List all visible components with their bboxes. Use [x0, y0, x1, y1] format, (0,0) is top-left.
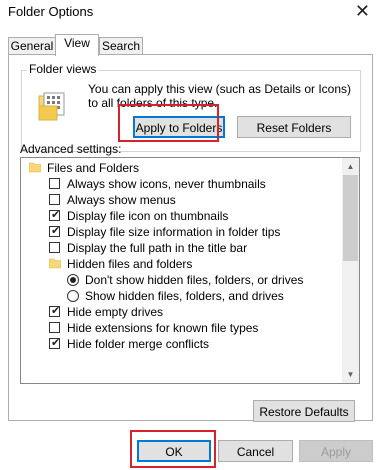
restore-defaults-button[interactable]: Restore Defaults: [253, 400, 355, 422]
advanced-settings-tree: Files and Folders Always show icons, nev…: [20, 157, 360, 384]
folder-icon: [29, 162, 41, 173]
checkbox-checked[interactable]: ✔: [49, 209, 61, 221]
apply-button[interactable]: Apply: [299, 440, 373, 462]
checkbox[interactable]: [49, 194, 60, 205]
tree-item-label: Files and Folders: [47, 161, 140, 175]
checkbox[interactable]: [49, 178, 60, 189]
option-label: Hide empty drives: [67, 305, 164, 319]
option-label: Display file size information in folder …: [67, 225, 281, 239]
tab-view[interactable]: View: [55, 34, 99, 56]
option-hide-extensions[interactable]: Hide extensions for known file types: [21, 320, 341, 336]
option-label: Show hidden files, folders, and drives: [85, 289, 284, 303]
option-hide-empty-drives[interactable]: ✔ Hide empty drives: [21, 304, 341, 320]
option-label: Always show menus: [67, 193, 176, 207]
tree-item-label: Hidden files and folders: [67, 257, 193, 271]
window-title: Folder Options: [8, 4, 94, 19]
tab-search[interactable]: Search: [99, 37, 143, 55]
option-show-hidden[interactable]: Show hidden files, folders, and drives: [21, 288, 341, 304]
option-label: Hide extensions for known file types: [67, 321, 259, 335]
option-display-file-size-info[interactable]: ✔ Display file size information in folde…: [21, 224, 341, 240]
check-icon: ✔: [51, 225, 61, 237]
option-always-show-icons[interactable]: Always show icons, never thumbnails: [21, 176, 341, 192]
option-label: Display the full path in the title bar: [67, 241, 248, 255]
checkbox[interactable]: [49, 242, 60, 253]
check-icon: ✔: [51, 337, 61, 349]
option-label: Always show icons, never thumbnails: [67, 177, 266, 191]
checkbox-checked[interactable]: ✔: [49, 305, 61, 317]
highlight-apply-to-folders: [118, 104, 219, 142]
check-icon: ✔: [51, 209, 61, 221]
folder-icon: [49, 258, 61, 269]
option-display-full-path[interactable]: Display the full path in the title bar: [21, 240, 341, 256]
close-icon[interactable]: ✕: [355, 0, 370, 22]
option-label: Display file icon on thumbnails: [67, 209, 229, 223]
folder-views-label: Folder views: [27, 62, 99, 76]
option-always-show-menus[interactable]: Always show menus: [21, 192, 341, 208]
tree-folder-files-and-folders: Files and Folders: [21, 160, 341, 176]
checkbox-checked[interactable]: ✔: [49, 337, 61, 349]
option-label: Don't show hidden files, folders, or dri…: [85, 273, 304, 287]
tree-folder-hidden-files: Hidden files and folders: [21, 256, 341, 272]
reset-folders-button[interactable]: Reset Folders: [237, 116, 351, 138]
checkbox-checked[interactable]: ✔: [49, 225, 61, 237]
highlight-ok: [130, 430, 216, 468]
tab-general[interactable]: General: [8, 37, 56, 55]
advanced-settings-label: Advanced settings:: [20, 142, 122, 156]
check-icon: ✔: [51, 305, 61, 317]
radio-selected[interactable]: [67, 274, 79, 286]
scroll-down-icon[interactable]: ▼: [342, 366, 359, 383]
checkbox[interactable]: [49, 322, 60, 333]
option-label: Hide folder merge conflicts: [67, 337, 210, 351]
folder-view-icon: [38, 92, 65, 121]
scrollbar-thumb[interactable]: [343, 175, 358, 261]
radio[interactable]: [67, 290, 79, 302]
option-dont-show-hidden[interactable]: Don't show hidden files, folders, or dri…: [21, 272, 341, 288]
vertical-scrollbar[interactable]: ▲ ▼: [342, 158, 359, 383]
cancel-button[interactable]: Cancel: [218, 440, 293, 462]
option-display-file-icon-on-thumbnails[interactable]: ✔ Display file icon on thumbnails: [21, 208, 341, 224]
option-hide-folder-merge-conflicts[interactable]: ✔ Hide folder merge conflicts: [21, 336, 341, 352]
scroll-up-icon[interactable]: ▲: [342, 158, 359, 175]
